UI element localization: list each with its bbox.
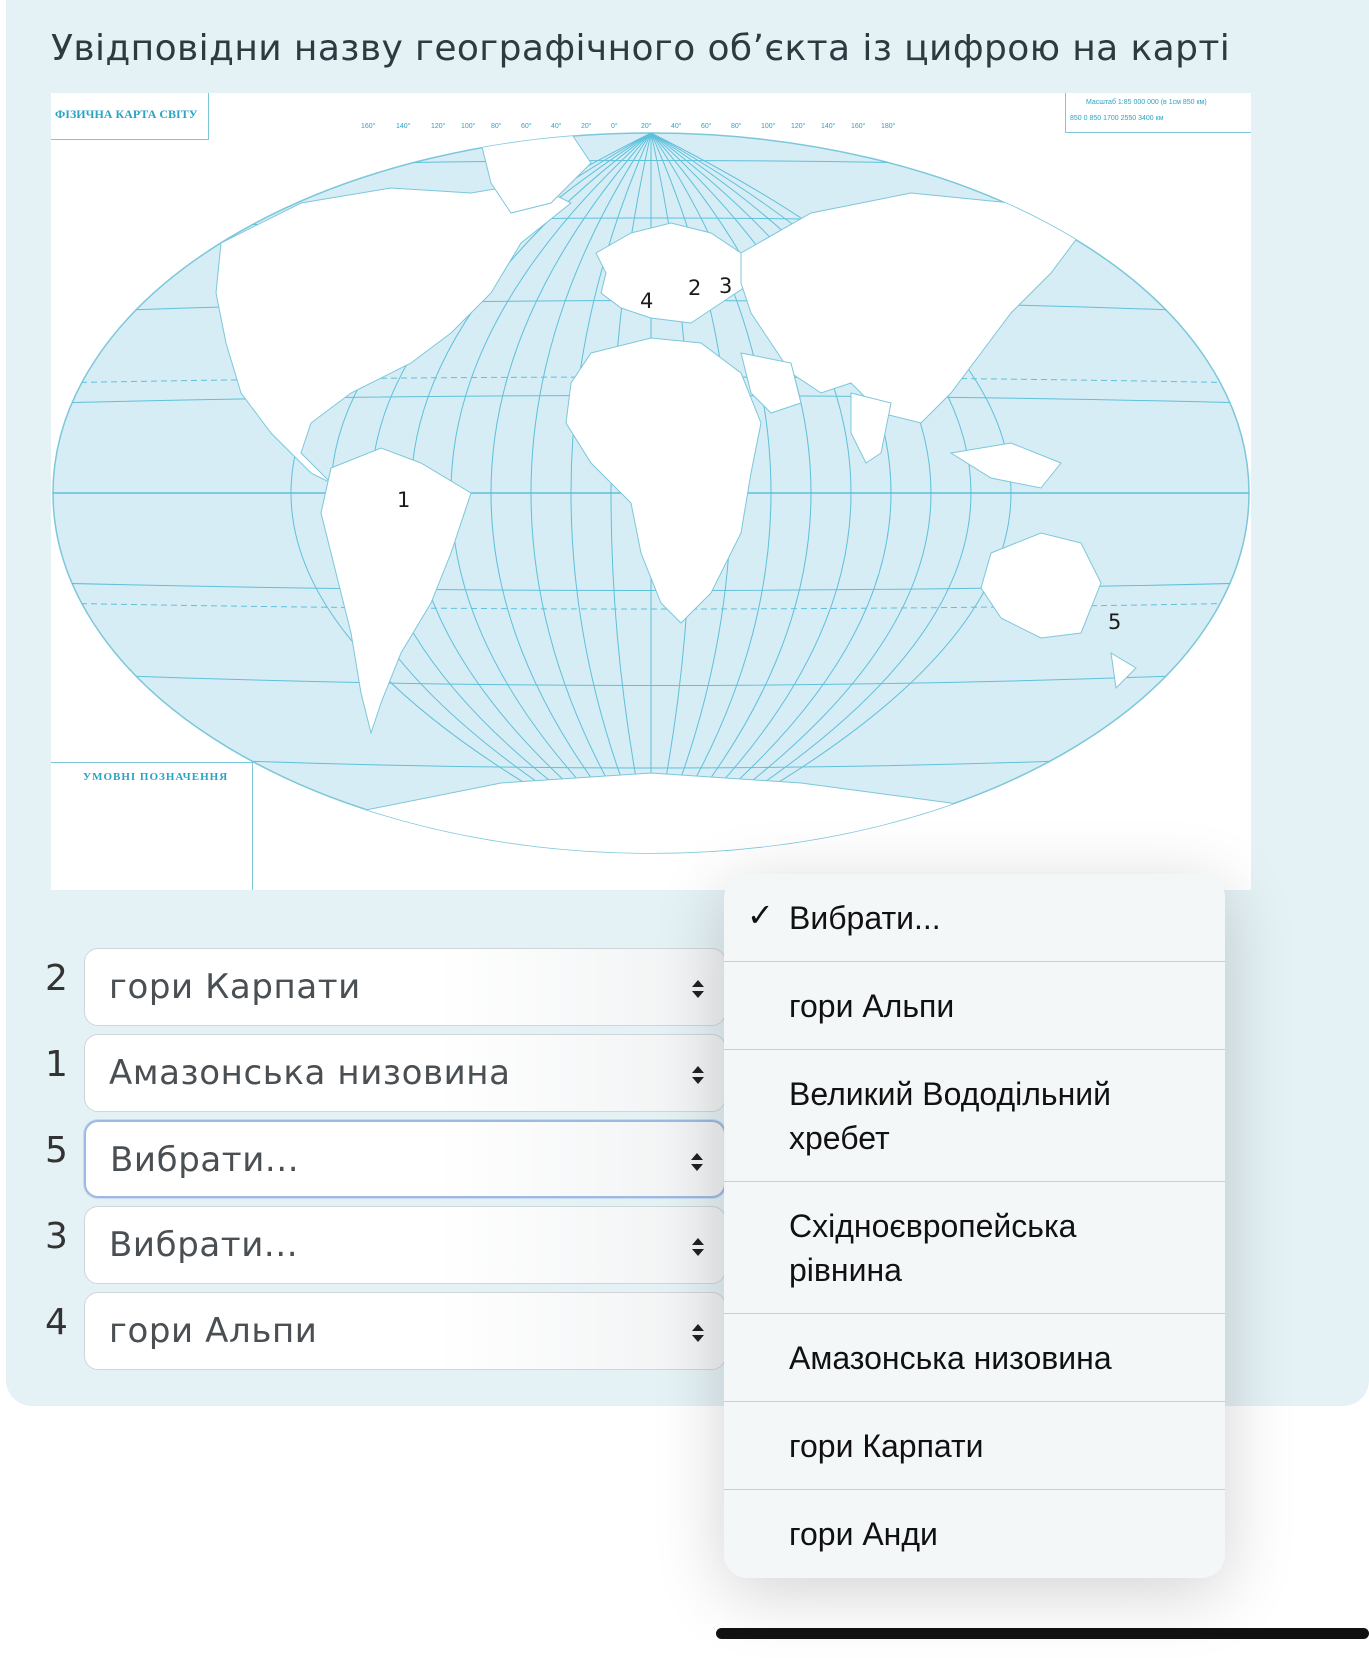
dropdown-option[interactable]: Амазонська низовина <box>724 1314 1225 1402</box>
row-number: 5 <box>45 1130 68 1171</box>
option-label: гори Альпи <box>789 988 955 1024</box>
scale-numbers: 850 0 850 1700 2550 3400 км <box>1070 115 1164 122</box>
map-marker-1: 1 <box>397 488 411 512</box>
world-map: 160° 140° 120° 100° 80° 60° 40° 20° 0° 20° 40° 6… <box>51 93 1251 890</box>
question-text: Увідповідни назву географічного об’єкта … <box>51 28 1231 69</box>
svg-text:20°: 20° <box>581 122 592 130</box>
option-label: Східноєвропейська рівнина <box>789 1208 1077 1288</box>
svg-text:0°: 0° <box>611 122 618 130</box>
row-number: 3 <box>45 1216 68 1257</box>
dropdown-option[interactable]: Великий Вододільний хребет <box>724 1050 1225 1182</box>
answer-select[interactable]: Вибрати... <box>84 1120 726 1198</box>
select-arrows-icon <box>692 980 704 998</box>
svg-text:140°: 140° <box>821 122 836 130</box>
longitude-ticks: 160° 140° 120° 100° 80° 60° 40° 20° 0° 20° 40° 6… <box>361 122 896 130</box>
svg-text:120°: 120° <box>431 122 446 130</box>
dropdown-option[interactable]: Східноєвропейська рівнина <box>724 1182 1225 1314</box>
svg-text:40°: 40° <box>671 122 682 130</box>
svg-text:80°: 80° <box>491 122 502 130</box>
option-label: Амазонська низовина <box>789 1340 1112 1376</box>
map-marker-2: 2 <box>688 276 702 300</box>
dropdown-option[interactable]: гори Альпи <box>724 962 1225 1050</box>
select-dropdown-menu: ✓ Вибрати... гори Альпи Великий Вододіль… <box>724 874 1225 1578</box>
svg-text:80°: 80° <box>731 122 742 130</box>
legend-title: УМОВНІ ПОЗНАЧЕННЯ <box>83 771 229 783</box>
answer-select[interactable]: Вибрати... <box>84 1206 726 1284</box>
dropdown-option[interactable]: гори Анди <box>724 1490 1225 1578</box>
select-arrows-icon <box>692 1238 704 1256</box>
row-number: 4 <box>45 1302 68 1343</box>
select-value: Амазонська низовина <box>109 1053 511 1093</box>
option-label: Великий Вододільний хребет <box>789 1076 1112 1156</box>
svg-text:60°: 60° <box>521 122 532 130</box>
svg-text:20°: 20° <box>641 122 652 130</box>
select-value: гори Карпати <box>109 967 361 1007</box>
scale-text: Масштаб 1:85 000 000 (в 1см 850 км) <box>1086 99 1207 106</box>
home-indicator[interactable] <box>716 1628 1369 1639</box>
checkmark-icon: ✓ <box>747 896 774 934</box>
svg-text:100°: 100° <box>761 122 776 130</box>
map-title-frame: ФІЗИЧНА КАРТА СВІТУ <box>51 93 209 140</box>
map-marker-3: 3 <box>719 274 733 298</box>
select-value: Вибрати... <box>110 1140 300 1180</box>
svg-text:60°: 60° <box>701 122 712 130</box>
dropdown-option[interactable]: гори Карпати <box>724 1402 1225 1490</box>
select-value: Вибрати... <box>109 1225 299 1265</box>
select-arrows-icon <box>692 1324 704 1342</box>
select-value: гори Альпи <box>109 1311 318 1351</box>
row-number: 2 <box>45 958 68 999</box>
svg-text:100°: 100° <box>461 122 476 130</box>
option-label: гори Анди <box>789 1516 938 1552</box>
row-number: 1 <box>45 1044 68 1085</box>
map-marker-4: 4 <box>640 289 654 313</box>
svg-text:160°: 160° <box>361 122 376 130</box>
map-marker-5: 5 <box>1108 610 1122 634</box>
map-scale: Масштаб 1:85 000 000 (в 1см 850 км) 850 … <box>1065 93 1251 133</box>
select-arrows-icon <box>691 1153 703 1171</box>
svg-text:160°: 160° <box>851 122 866 130</box>
svg-text:180°: 180° <box>881 122 896 130</box>
answer-select[interactable]: гори Альпи <box>84 1292 726 1370</box>
option-label: Вибрати... <box>789 900 941 936</box>
select-arrows-icon <box>692 1066 704 1084</box>
dropdown-option[interactable]: ✓ Вибрати... <box>724 874 1225 962</box>
answer-select[interactable]: гори Карпати <box>84 948 726 1026</box>
map-legend: УМОВНІ ПОЗНАЧЕННЯ <box>51 762 253 890</box>
option-label: гори Карпати <box>789 1428 984 1464</box>
svg-text:140°: 140° <box>396 122 411 130</box>
map-title: ФІЗИЧНА КАРТА СВІТУ <box>55 107 198 121</box>
answer-select[interactable]: Амазонська низовина <box>84 1034 726 1112</box>
svg-text:120°: 120° <box>791 122 806 130</box>
svg-text:40°: 40° <box>551 122 562 130</box>
